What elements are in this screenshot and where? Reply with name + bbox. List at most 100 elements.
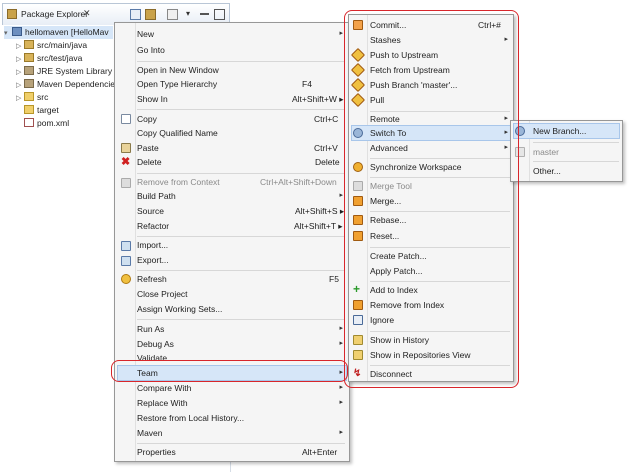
menu-item-team[interactable]: Team ▸ <box>137 366 347 380</box>
menu-item-properties[interactable]: Properties Alt+Enter <box>137 445 347 459</box>
tree-item-target[interactable]: target <box>16 104 59 117</box>
tree-item-label: target <box>37 105 59 115</box>
merge-tool-icon <box>353 181 363 191</box>
folder-icon <box>24 92 34 101</box>
tree-item-project[interactable]: ▾ hellomaven [HelloMav <box>4 26 113 39</box>
copy-icon <box>121 114 131 124</box>
submenu-arrow-icon: ▸ <box>339 192 343 199</box>
link-with-editor-icon[interactable] <box>145 9 156 20</box>
menu-separator <box>370 365 510 366</box>
menu-item-assign-working-sets[interactable]: Assign Working Sets... <box>137 302 347 316</box>
fetch-upstream-icon <box>350 62 366 78</box>
menu-item-merge[interactable]: Merge... <box>370 194 512 208</box>
submenu-arrow-icon: ▸ <box>504 129 508 136</box>
menu-item-maven[interactable]: Maven ▸ <box>137 426 347 440</box>
view-menu-icon[interactable]: ▾ <box>186 9 197 20</box>
menu-item-remote[interactable]: Remote ▸ <box>370 112 512 126</box>
collapse-all-icon[interactable] <box>130 9 141 20</box>
tree-item-label: src/main/java <box>37 40 88 50</box>
menu-item-close-project[interactable]: Close Project <box>137 287 347 301</box>
tree-item-src[interactable]: ▷ src <box>16 91 48 104</box>
menu-item-apply-patch[interactable]: Apply Patch... <box>370 264 512 278</box>
menu-item-rebase[interactable]: Rebase... <box>370 213 512 227</box>
tree-item-label: Maven Dependencie <box>37 79 115 89</box>
menu-item-run-as[interactable]: Run As ▸ <box>137 322 347 336</box>
menu-item-commit[interactable]: Commit... Ctrl+# <box>370 18 512 32</box>
history-icon <box>353 335 363 345</box>
menu-item-other[interactable]: Other... <box>533 164 621 178</box>
expand-icon[interactable]: ▾ <box>4 27 12 40</box>
menu-item-refresh[interactable]: Refresh F5 <box>137 272 347 286</box>
project-icon <box>12 27 22 36</box>
menu-item-reset[interactable]: Reset... <box>370 229 512 243</box>
tab-title: Package Explorer <box>21 9 89 19</box>
menu-item-stashes[interactable]: Stashes ▸ <box>370 33 512 47</box>
menu-item-remove-from-context: Remove from Context Ctrl+Alt+Shift+Down <box>137 177 337 187</box>
synchronize-icon <box>353 162 363 172</box>
menu-separator <box>370 177 510 178</box>
menu-item-paste[interactable]: Paste Ctrl+V <box>137 141 347 155</box>
switch-branch-icon <box>353 128 363 138</box>
menu-item-show-in[interactable]: Show In Alt+Shift+W ▸ <box>137 92 347 106</box>
menu-separator <box>137 109 345 110</box>
menu-separator <box>370 211 510 212</box>
menu-item-open-new-window[interactable]: Open in New Window <box>137 63 347 77</box>
reset-icon <box>353 231 363 241</box>
menu-item-copy[interactable]: Copy Ctrl+C <box>137 112 347 126</box>
import-icon <box>121 241 131 251</box>
team-submenu: Commit... Ctrl+# Stashes ▸ Push to Upstrea… <box>348 14 514 382</box>
menu-item-switch-to[interactable]: Switch To ▸ <box>370 126 512 140</box>
submenu-arrow-icon: ▸ <box>339 429 343 436</box>
focus-icon[interactable] <box>167 9 178 20</box>
menu-item-synchronize[interactable]: Synchronize Workspace <box>370 160 512 174</box>
menu-separator <box>137 236 345 237</box>
tree-item-src-main-java[interactable]: ▷ src/main/java <box>16 39 87 52</box>
menu-item-advanced[interactable]: Advanced ▸ <box>370 141 512 155</box>
menu-item-open-type-hierarchy[interactable]: Open Type Hierarchy F4 <box>137 77 347 91</box>
menu-item-refactor[interactable]: Refactor Alt+Shift+T ▸ <box>137 219 347 233</box>
push-branch-icon <box>350 77 366 93</box>
menu-item-build-path[interactable]: Build Path ▸ <box>137 189 347 203</box>
library-icon <box>24 79 34 88</box>
menu-item-create-patch[interactable]: Create Patch... <box>370 249 512 263</box>
menu-item-import[interactable]: Import... <box>137 238 347 252</box>
menu-item-delete[interactable]: Delete Delete <box>137 155 347 169</box>
new-branch-icon <box>515 126 525 136</box>
menu-item-compare-with[interactable]: Compare With ▸ <box>137 381 347 395</box>
close-icon[interactable]: ✕ <box>83 8 91 19</box>
tree-item-src-test-java[interactable]: ▷ src/test/java <box>16 52 82 65</box>
tree-item-pom-xml[interactable]: pom.xml <box>16 117 69 130</box>
menu-item-go-into[interactable]: Go Into <box>137 43 347 57</box>
package-explorer-icon <box>7 9 17 19</box>
menu-item-push-branch[interactable]: Push Branch 'master'... <box>370 78 512 92</box>
menu-item-master: master <box>533 147 559 157</box>
menu-item-new-branch[interactable]: New Branch... <box>533 124 621 138</box>
menu-item-new[interactable]: New ▸ <box>137 27 347 41</box>
menu-item-pull[interactable]: Pull <box>370 93 512 107</box>
menu-item-restore-history[interactable]: Restore from Local History... <box>137 411 347 425</box>
menu-item-disconnect[interactable]: Disconnect <box>370 367 512 381</box>
disconnect-icon: ↯ <box>353 368 362 379</box>
submenu-arrow-icon: ▸ <box>339 30 343 37</box>
menu-separator <box>137 443 345 444</box>
menu-item-fetch-upstream[interactable]: Fetch from Upstream <box>370 63 512 77</box>
add-to-index-icon: + <box>353 282 361 296</box>
menu-item-show-in-repositories[interactable]: Show in Repositories View <box>370 348 512 362</box>
submenu-arrow-icon: ▸ <box>339 340 343 347</box>
menu-item-show-in-history[interactable]: Show in History <box>370 333 512 347</box>
menu-item-copy-qualified-name[interactable]: Copy Qualified Name <box>137 126 347 140</box>
menu-item-debug-as[interactable]: Debug As ▸ <box>137 337 347 351</box>
maximize-icon[interactable] <box>214 9 225 20</box>
menu-item-export[interactable]: Export... <box>137 253 347 267</box>
tree-item-jre-library[interactable]: ▷ JRE System Library [ <box>16 65 117 78</box>
tree-item-maven-dependencies[interactable]: ▷ Maven Dependencie <box>16 78 115 91</box>
menu-item-replace-with[interactable]: Replace With ▸ <box>137 396 347 410</box>
menu-item-source[interactable]: Source Alt+Shift+S ▸ <box>137 204 347 218</box>
submenu-arrow-icon: ▸ <box>339 399 343 406</box>
menu-item-validate[interactable]: Validate <box>137 351 347 365</box>
menu-item-ignore[interactable]: Ignore <box>370 313 512 327</box>
menu-item-remove-from-index[interactable]: Remove from Index <box>370 298 512 312</box>
menu-item-push-upstream[interactable]: Push to Upstream <box>370 48 512 62</box>
menu-item-add-to-index[interactable]: Add to Index <box>370 283 512 297</box>
minimize-icon[interactable] <box>200 13 209 15</box>
